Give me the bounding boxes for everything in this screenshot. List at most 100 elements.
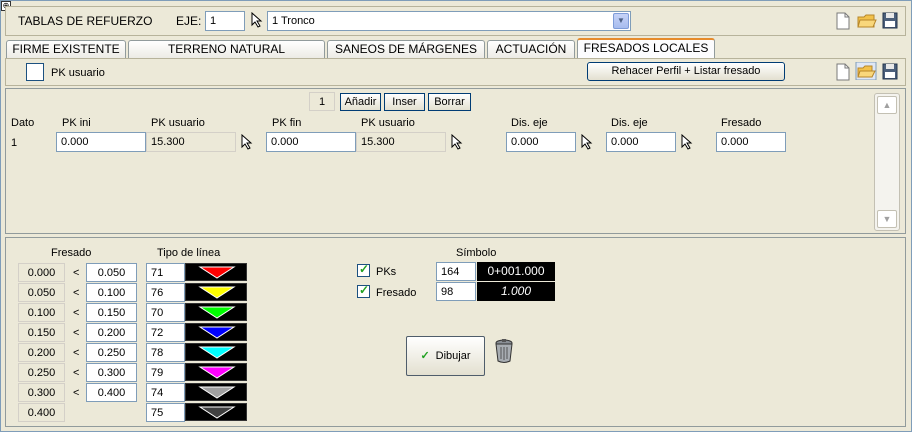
- scroll-down-icon[interactable]: ▼: [877, 210, 897, 228]
- eje-select-value: 1 Tronco: [272, 15, 315, 27]
- fresado-checkbox[interactable]: [357, 283, 370, 298]
- legend-less-than: <: [73, 347, 80, 359]
- add-row-button[interactable]: Añadir: [340, 93, 381, 111]
- legend-line-swatch[interactable]: [185, 323, 247, 341]
- legend-to-input[interactable]: 0.050: [86, 263, 137, 282]
- header-pk-usuario-2: PK usuario: [361, 117, 415, 129]
- open-folder-icon[interactable]: [857, 12, 877, 30]
- insert-row-button[interactable]: Inser: [384, 93, 425, 111]
- legend-type-input[interactable]: 75: [146, 403, 185, 422]
- vertical-scrollbar[interactable]: ▲ ▼: [874, 93, 900, 231]
- legend-from-value: 0.300: [18, 383, 65, 402]
- legend-from-value: 0.100: [18, 303, 65, 322]
- legend-type-input[interactable]: 72: [146, 323, 185, 342]
- save-icon[interactable]: [882, 63, 898, 81]
- fresado-input[interactable]: 0.000: [716, 132, 786, 152]
- pks-symbol-input[interactable]: 164: [436, 262, 476, 281]
- legend-line-swatch[interactable]: [185, 283, 247, 301]
- legend-less-than: <: [73, 287, 80, 299]
- legend-line-swatch[interactable]: [185, 263, 247, 281]
- pick-cursor-icon[interactable]: [681, 134, 693, 150]
- legend-triangle-icon: [198, 266, 236, 279]
- open-folder-icon[interactable]: [855, 62, 877, 80]
- row-dato: 1: [11, 137, 18, 149]
- legend-line-swatch[interactable]: [185, 363, 247, 381]
- check-icon: ✓: [420, 350, 430, 362]
- header-dis-eje-1: Dis. eje: [511, 117, 548, 129]
- pk-ini-input[interactable]: 0.000: [56, 132, 146, 152]
- header-pk-ini: PK ini: [62, 117, 91, 129]
- fresado-symbol-label: Fresado: [376, 287, 417, 299]
- legend-to-input[interactable]: 0.250: [86, 343, 137, 362]
- pk-usuario-label: PK usuario: [51, 67, 105, 79]
- eje-select[interactable]: 1 Tronco ▼: [267, 11, 631, 31]
- header-dis-eje-2: Dis. eje: [611, 117, 648, 129]
- legend-to-input[interactable]: 0.300: [86, 363, 137, 382]
- legend-triangle-icon: [198, 346, 236, 359]
- pick-cursor-icon[interactable]: [241, 134, 253, 150]
- legend-type-input[interactable]: 70: [146, 303, 185, 322]
- header-pk-usuario-1: PK usuario: [151, 117, 205, 129]
- legend-line-swatch[interactable]: [185, 383, 247, 401]
- legend-less-than: <: [73, 327, 80, 339]
- legend-to-input[interactable]: 0.200: [86, 323, 137, 342]
- legend-from-value: 0.150: [18, 323, 65, 342]
- rehacer-perfil-button[interactable]: Rehacer Perfil + Listar fresado: [587, 62, 785, 81]
- tab-terreno-natural[interactable]: TERRENO NATURAL RECONOCIDO: [128, 40, 325, 72]
- legend-from-value: 0.400: [18, 403, 65, 422]
- legend-tipo-header: Tipo de línea: [157, 247, 221, 259]
- legend-triangle-icon: [198, 386, 236, 399]
- legend-type-input[interactable]: 78: [146, 343, 185, 362]
- dis-eje-1-input[interactable]: 0.000: [506, 132, 576, 152]
- pk-fin-input[interactable]: 0.000: [266, 132, 356, 152]
- pk-usuario-1-value: 15.300: [146, 132, 236, 152]
- tab-actuacion[interactable]: ACTUACIÓN: [487, 40, 575, 58]
- draw-button-label: Dibujar: [435, 350, 471, 362]
- tab-firme-existente[interactable]: FIRME EXISTENTE: [6, 40, 126, 58]
- legend-line-swatch[interactable]: [185, 343, 247, 361]
- legend-triangle-icon: [198, 286, 236, 299]
- legend-less-than: <: [73, 267, 80, 279]
- tab-saneos-margenes[interactable]: SANEOS DE MÁRGENES: [327, 40, 485, 58]
- scroll-up-icon[interactable]: ▲: [877, 96, 897, 114]
- legend-to-input[interactable]: 0.100: [86, 283, 137, 302]
- legend-triangle-icon: [198, 366, 236, 379]
- trash-icon[interactable]: [493, 338, 515, 364]
- symbol-header: Símbolo: [456, 247, 497, 259]
- delete-row-button[interactable]: Borrar: [428, 93, 471, 111]
- fresado-symbol-sample: 1.000: [477, 282, 555, 301]
- pks-symbol-sample: 0+001.000: [477, 262, 555, 281]
- eje-input[interactable]: 1: [205, 11, 245, 31]
- legend-to-input[interactable]: 0.150: [86, 303, 137, 322]
- legend-type-input[interactable]: 74: [146, 383, 185, 402]
- header-dato: Dato: [11, 117, 35, 129]
- legend-to-input[interactable]: 0.400: [86, 383, 137, 402]
- fresado-symbol-input[interactable]: 98: [436, 282, 476, 301]
- legend-line-swatch[interactable]: [185, 403, 247, 421]
- legend-from-value: 0.250: [18, 363, 65, 382]
- pks-checkbox[interactable]: [357, 262, 370, 277]
- eje-label: EJE:: [176, 14, 202, 28]
- draw-button[interactable]: ✓ Dibujar: [406, 336, 485, 376]
- legend-line-swatch[interactable]: [185, 303, 247, 321]
- page-title: TABLAS DE REFUERZO: [18, 14, 153, 28]
- legend-type-input[interactable]: 79: [146, 363, 185, 382]
- pick-cursor-icon[interactable]: [581, 134, 593, 150]
- legend-less-than: <: [73, 367, 80, 379]
- tab-fresados-locales[interactable]: FRESADOS LOCALES: [577, 38, 715, 59]
- chevron-down-icon[interactable]: ▼: [613, 13, 629, 29]
- legend-type-input[interactable]: 76: [146, 283, 185, 302]
- dis-eje-2-input[interactable]: 0.000: [606, 132, 676, 152]
- legend-triangle-icon: [198, 326, 236, 339]
- save-icon[interactable]: [882, 12, 898, 30]
- new-file-icon[interactable]: [835, 12, 851, 30]
- legend-less-than: <: [73, 307, 80, 319]
- pick-cursor-icon[interactable]: [251, 12, 263, 28]
- legend-type-input[interactable]: 71: [146, 263, 185, 282]
- legend-from-value: 0.050: [18, 283, 65, 302]
- pk-usuario-checkbox[interactable]: [26, 63, 44, 81]
- header-fresado: Fresado: [721, 117, 762, 129]
- pick-cursor-icon[interactable]: [451, 134, 463, 150]
- legend-from-value: 0.000: [18, 263, 65, 282]
- new-file-icon[interactable]: [835, 63, 851, 81]
